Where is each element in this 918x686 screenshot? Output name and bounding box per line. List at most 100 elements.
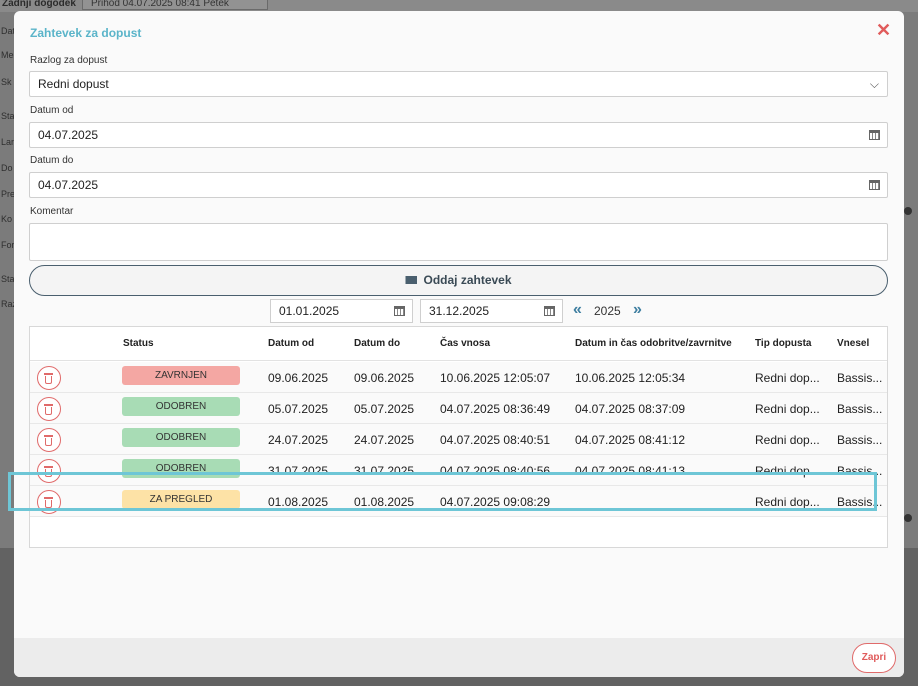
close-button[interactable]: Zapri (852, 643, 896, 673)
cell-created: 04.07.2025 08:36:49 (440, 402, 551, 416)
status-badge: ZA PREGLED (122, 490, 240, 509)
requests-table: Status Datum od Datum do Čas vnosa Datum… (29, 326, 888, 548)
cell-type: Redni dop... (755, 464, 820, 478)
filter-to-input[interactable]: 31.12.2025 (420, 299, 563, 323)
envelope-icon (405, 276, 418, 284)
cell-decided: 04.07.2025 08:41:12 (575, 433, 686, 447)
cell-created: 04.07.2025 09:08:29 (440, 495, 551, 509)
calendar-icon[interactable] (869, 130, 880, 140)
background-side-label: Do (1, 163, 13, 173)
delete-button[interactable] (37, 397, 61, 421)
trash-icon (44, 404, 53, 406)
cell-date-from: 01.08.2025 (268, 495, 329, 509)
cell-author: Bassis... (837, 402, 883, 416)
table-row[interactable]: ODOBREN 05.07.2025 05.07.2025 04.07.2025… (30, 393, 887, 424)
column-header-type[interactable]: Tip dopusta (755, 338, 811, 349)
cell-date-to: 31.07.2025 (354, 464, 415, 478)
cell-date-from: 24.07.2025 (268, 433, 329, 447)
leave-request-modal: Zahtevek za dopust ✕ Razlog za dopust Re… (14, 11, 904, 677)
reason-select[interactable]: Redni dopust ⌵ (29, 71, 888, 97)
comment-textarea[interactable] (29, 223, 888, 261)
delete-button[interactable] (37, 490, 61, 514)
cell-author: Bassis... (837, 371, 883, 385)
delete-button[interactable] (37, 459, 61, 483)
background-side-label: Sk (1, 77, 12, 87)
trash-icon (44, 435, 53, 437)
table-row[interactable]: ZAVRNJEN 09.06.2025 09.06.2025 10.06.202… (30, 362, 887, 393)
status-badge: ODOBREN (122, 397, 240, 416)
cell-decided: 04.07.2025 08:41:13 (575, 464, 686, 478)
trash-icon (44, 497, 53, 499)
filter-from-value: 01.01.2025 (279, 304, 340, 318)
cell-type: Redni dop... (755, 495, 820, 509)
cell-date-from: 31.07.2025 (268, 464, 329, 478)
column-header-status[interactable]: Status (123, 338, 154, 349)
cell-created: 04.07.2025 08:40:51 (440, 433, 551, 447)
cell-date-to: 09.06.2025 (354, 371, 415, 385)
column-header-decided[interactable]: Datum in čas odobritve/zavrnitve (575, 338, 732, 349)
cell-decided: 04.07.2025 08:37:09 (575, 402, 686, 416)
cell-date-from: 05.07.2025 (268, 402, 329, 416)
submit-request-label: Oddaj zahtevek (423, 273, 512, 287)
cell-type: Redni dop... (755, 402, 820, 416)
date-from-label: Datum od (30, 105, 74, 116)
reason-select-value: Redni dopust (38, 77, 109, 91)
table-row[interactable]: ODOBREN 31.07.2025 31.07.2025 04.07.2025… (30, 455, 887, 486)
previous-year-button[interactable]: « (573, 300, 582, 320)
trash-icon (44, 466, 53, 468)
background-side-label: Pre (1, 189, 16, 199)
status-badge: ODOBREN (122, 428, 240, 447)
modal-footer (14, 638, 904, 677)
column-header-date-to[interactable]: Datum do (354, 338, 400, 349)
reason-label: Razlog za dopust (30, 55, 108, 66)
calendar-icon[interactable] (869, 180, 880, 190)
submit-request-button[interactable]: Oddaj zahtevek (29, 265, 888, 296)
delete-button[interactable] (37, 366, 61, 390)
modal-title: Zahtevek za dopust (30, 26, 142, 40)
trash-icon (44, 373, 53, 375)
date-to-input[interactable]: 04.07.2025 (29, 172, 888, 198)
background-top-field: Prihod 04.07.2025 08:41 Petek (82, 0, 268, 10)
column-header-created[interactable]: Čas vnosa (440, 338, 490, 349)
background-side-label: For (1, 240, 15, 250)
cell-date-to: 05.07.2025 (354, 402, 415, 416)
comment-label: Komentar (30, 206, 74, 217)
cell-author: Bassis... (837, 495, 883, 509)
cell-created: 10.06.2025 12:05:07 (440, 371, 551, 385)
next-year-button[interactable]: » (633, 300, 642, 320)
background-dot (904, 207, 912, 215)
cell-created: 04.07.2025 08:40:56 (440, 464, 551, 478)
date-from-value: 04.07.2025 (38, 128, 99, 142)
background-side-label: Dat (1, 26, 16, 36)
cell-type: Redni dop... (755, 433, 820, 447)
delete-button[interactable] (37, 428, 61, 452)
close-icon[interactable]: ✕ (876, 20, 891, 40)
filter-to-value: 31.12.2025 (429, 304, 490, 318)
column-header-date-from[interactable]: Datum od (268, 338, 314, 349)
cell-decided: 10.06.2025 12:05:34 (575, 371, 686, 385)
table-row[interactable]: ZA PREGLED 01.08.2025 01.08.2025 04.07.2… (30, 486, 887, 517)
background-side-label: Sta (1, 111, 15, 121)
cell-author: Bassis... (837, 464, 883, 478)
cell-author: Bassis... (837, 433, 883, 447)
calendar-icon[interactable] (544, 306, 555, 316)
calendar-icon[interactable] (394, 306, 405, 316)
date-to-label: Datum do (30, 155, 74, 166)
background-side-label: Me (1, 50, 14, 60)
chevron-down-icon: ⌵ (869, 77, 879, 91)
table-row[interactable]: ODOBREN 24.07.2025 24.07.2025 04.07.2025… (30, 424, 887, 455)
table-header: Status Datum od Datum do Čas vnosa Datum… (30, 327, 887, 361)
status-badge: ZAVRNJEN (122, 366, 240, 385)
background-dot (904, 514, 912, 522)
cell-date-from: 09.06.2025 (268, 371, 329, 385)
cell-date-to: 24.07.2025 (354, 433, 415, 447)
background-side-label: Ko (1, 214, 13, 224)
date-to-value: 04.07.2025 (38, 178, 99, 192)
cell-type: Redni dop... (755, 371, 820, 385)
background-top-label: Zadnji dogodek (2, 0, 76, 9)
status-badge: ODOBREN (122, 459, 240, 478)
filter-from-input[interactable]: 01.01.2025 (270, 299, 413, 323)
date-from-input[interactable]: 04.07.2025 (29, 122, 888, 148)
column-header-author[interactable]: Vnesel (837, 338, 869, 349)
year-label: 2025 (594, 304, 621, 318)
